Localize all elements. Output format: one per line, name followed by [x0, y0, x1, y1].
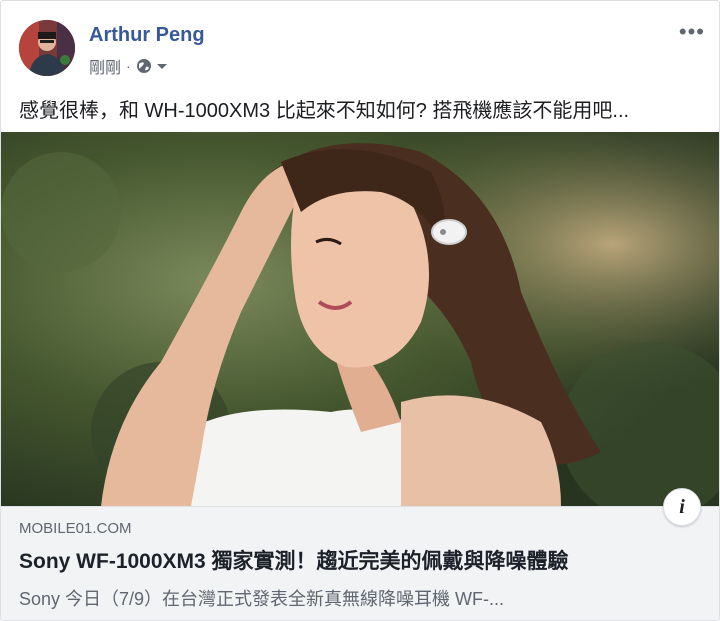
more-options-icon[interactable]: •••: [679, 21, 705, 43]
post-timestamp[interactable]: 剛剛: [89, 54, 121, 78]
link-domain: MOBILE01.COM: [19, 520, 132, 537]
link-preview-image[interactable]: [1, 132, 719, 506]
meta-separator: ·: [126, 58, 131, 74]
chevron-down-icon: [156, 64, 167, 69]
photo-woman-with-earbud: [1, 132, 719, 506]
author-name[interactable]: Arthur Peng: [89, 24, 205, 47]
post-header: Arthur Peng 剛剛 · •••: [1, 1, 719, 89]
post-text: 感覺很棒，和 WH-1000XM3 比起來不知如何? 搭飛機應該不能用吧...: [19, 100, 630, 122]
link-title[interactable]: Sony WF-1000XM3 獨家實測！趨近完美的佩戴與降噪體驗: [19, 545, 569, 575]
link-preview[interactable]: MOBILE01.COM Sony WF-1000XM3 獨家實測！趨近完美的佩…: [1, 506, 719, 620]
info-icon[interactable]: i: [663, 488, 701, 526]
globe-icon: [136, 59, 151, 73]
link-description: Sony 今日（7/9）在台灣正式發表全新真無線降噪耳機 WF-...: [19, 589, 505, 609]
facebook-post-card: Arthur Peng 剛剛 · ••• 感覺很棒，和 WH-1000XM3 比…: [0, 0, 720, 621]
author-avatar[interactable]: [19, 20, 75, 76]
post-meta: 剛剛 ·: [89, 54, 169, 78]
avatar-photo: [19, 20, 75, 76]
audience-selector[interactable]: [136, 58, 169, 74]
